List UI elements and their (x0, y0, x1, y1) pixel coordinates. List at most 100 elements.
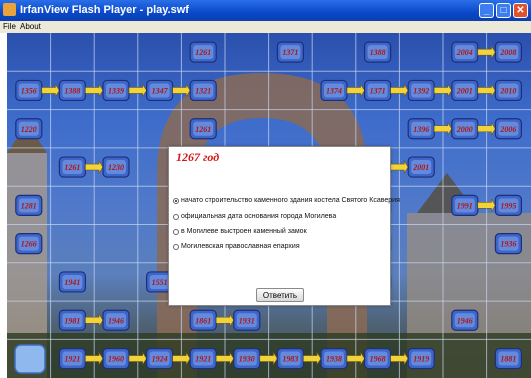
start-tile-icon[interactable] (14, 344, 46, 374)
year-tile[interactable]: 1266 (15, 233, 43, 255)
year-tile[interactable]: 1938 (320, 347, 348, 370)
year-tile-label: 1261 (195, 125, 211, 134)
year-tile-label: 1919 (413, 355, 429, 364)
year-tile[interactable]: 1371 (276, 41, 304, 63)
year-tile[interactable]: 1946 (102, 309, 130, 331)
question-year: 1267 год (176, 150, 220, 164)
window-controls: _ □ ✕ (479, 3, 528, 18)
year-tile[interactable]: 1936 (494, 233, 522, 255)
year-tile-label: 2006 (499, 125, 516, 134)
year-tile[interactable]: 1921 (189, 347, 217, 370)
year-tile[interactable]: 1946 (451, 309, 479, 331)
year-tile[interactable]: 1995 (494, 194, 522, 216)
year-tile[interactable]: 1960 (102, 347, 130, 370)
year-tile-label: 1938 (326, 355, 342, 364)
window-title: IrfanView Flash Player - play.swf (20, 4, 189, 16)
year-tile-label: 2008 (499, 48, 516, 57)
radio-icon[interactable] (173, 213, 179, 220)
year-tile[interactable]: 2010 (494, 79, 522, 102)
year-tile[interactable]: 2006 (494, 118, 522, 140)
irfanview-app-icon (3, 3, 16, 16)
answer-option-3[interactable]: в Могилеве выстроен каменный замок (173, 228, 307, 235)
year-tile-label: 1371 (282, 48, 298, 57)
year-tile[interactable]: 1261 (189, 41, 217, 63)
year-tile-label: 1374 (326, 86, 342, 95)
game-stage[interactable]: 1261 1371 1388 2004 2008 1356 1388 1339 1347 1321… (7, 33, 531, 378)
year-tile[interactable]: 2001 (407, 156, 435, 178)
year-tile[interactable]: 1339 (102, 79, 130, 102)
year-tile-label: 1931 (239, 316, 255, 325)
year-tile[interactable]: 1230 (102, 156, 130, 178)
year-tile[interactable]: 1981 (58, 309, 87, 331)
radio-icon[interactable] (173, 243, 179, 250)
year-tile[interactable]: 2004 (451, 41, 479, 63)
year-tile-label: 1921 (195, 355, 211, 364)
year-tile-label: 2001 (412, 163, 429, 172)
year-tile[interactable]: 1991 (451, 194, 479, 216)
year-tile[interactable]: 1968 (364, 347, 392, 370)
year-tile-label: 1960 (108, 355, 124, 364)
year-tile-label: 1388 (64, 86, 80, 95)
radio-icon[interactable] (173, 197, 179, 204)
year-tile[interactable]: 1388 (58, 79, 87, 102)
menu-about[interactable]: About (20, 22, 41, 31)
year-tile-label: 1392 (413, 86, 429, 95)
year-tile-label: 1995 (500, 201, 516, 210)
year-tile[interactable]: 1321 (189, 79, 217, 102)
answer-option-label: Могилевская православная епархия (181, 243, 300, 250)
start-tile[interactable] (14, 344, 46, 374)
year-tile[interactable]: 1261 (189, 118, 217, 140)
year-tile[interactable]: 1220 (15, 118, 43, 140)
year-tile-label: 1861 (195, 316, 211, 325)
year-tile[interactable]: 1392 (407, 79, 435, 102)
year-tile-label: 1261 (195, 48, 211, 57)
year-tile-label: 1981 (64, 316, 80, 325)
year-tile[interactable]: 1281 (15, 194, 43, 216)
year-tile-label: 2010 (499, 86, 516, 95)
year-tile-label: 1921 (64, 355, 80, 364)
year-tile[interactable]: 1396 (407, 118, 435, 140)
answer-option-1[interactable]: начато строительство каменного здания ко… (173, 197, 400, 204)
window-titlebar[interactable]: IrfanView Flash Player - play.swf _ □ ✕ (0, 0, 531, 21)
year-tile[interactable]: 1931 (233, 309, 261, 331)
year-tile[interactable]: 1919 (407, 347, 435, 370)
question-dialog: 1267 год начато строительство каменного … (168, 146, 400, 306)
year-tile[interactable]: 1941 (58, 271, 87, 293)
close-button[interactable]: ✕ (513, 3, 528, 18)
minimize-button[interactable]: _ (479, 3, 494, 18)
year-tile-label: 1983 (282, 355, 298, 364)
year-tile[interactable]: 1371 (364, 79, 392, 102)
year-tile-label: 1941 (64, 278, 80, 287)
year-tile-label: 1261 (64, 163, 80, 172)
year-tile-label: 1371 (370, 86, 386, 95)
year-tile[interactable]: 1356 (15, 79, 43, 102)
answer-option-4[interactable]: Могилевская православная епархия (173, 243, 300, 250)
year-tile-label: 1321 (195, 86, 211, 95)
menu-file[interactable]: File (3, 22, 16, 31)
year-tile-label: 1388 (370, 48, 386, 57)
answer-option-2[interactable]: официальная дата основания города Могиле… (173, 213, 336, 220)
year-tile-label: 2000 (456, 125, 473, 134)
year-tile[interactable]: 1261 (58, 156, 87, 178)
year-tile[interactable]: 1983 (276, 347, 304, 370)
answer-button[interactable]: Ответить (256, 288, 304, 302)
year-tile[interactable]: 2008 (494, 41, 522, 63)
year-tile[interactable]: 1388 (364, 41, 392, 63)
maximize-button[interactable]: □ (496, 3, 511, 18)
menu-bar: File About (0, 21, 531, 33)
year-tile-label: 1881 (500, 355, 516, 364)
year-tile-label: 2001 (456, 86, 473, 95)
year-tile[interactable]: 1930 (233, 347, 261, 370)
radio-icon[interactable] (173, 228, 179, 235)
year-tile-label: 1266 (21, 240, 37, 249)
year-tile[interactable]: 2001 (451, 79, 479, 102)
year-tile-label: 1930 (239, 355, 255, 364)
year-tile[interactable]: 1921 (58, 347, 87, 370)
year-tile[interactable]: 1924 (146, 347, 174, 370)
year-tile[interactable]: 2000 (451, 118, 479, 140)
year-tile[interactable]: 1374 (320, 79, 348, 102)
year-tile-label: 1281 (21, 201, 37, 210)
year-tile[interactable]: 1347 (146, 79, 174, 102)
year-tile[interactable]: 1861 (189, 309, 217, 331)
year-tile[interactable]: 1881 (494, 347, 522, 370)
